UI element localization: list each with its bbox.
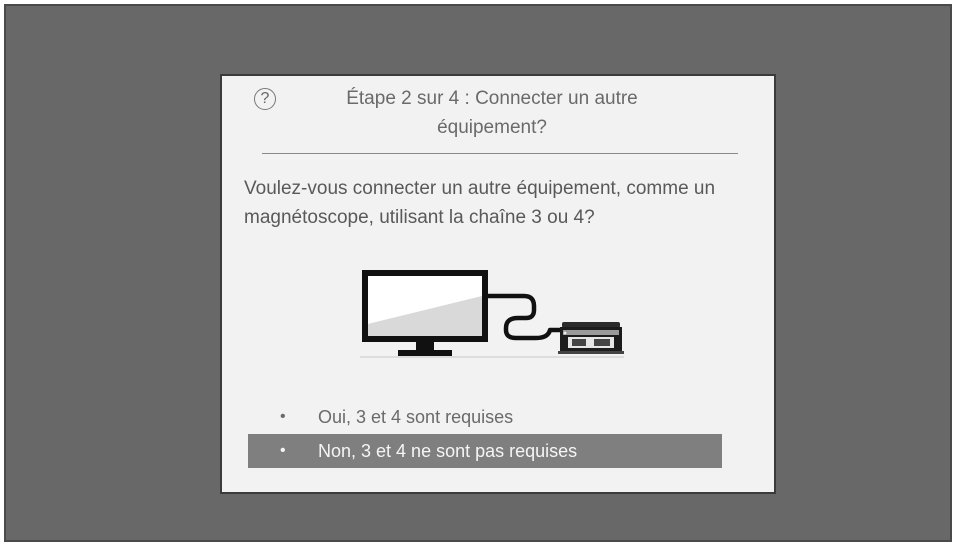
options-list: • Oui, 3 et 4 sont requises • Non, 3 et … bbox=[248, 400, 722, 468]
setup-dialog: ? Étape 2 sur 4 : Connecter un autre équ… bbox=[220, 74, 776, 494]
dialog-title: Étape 2 sur 4 : Connecter un autre équip… bbox=[346, 88, 638, 138]
vcr-icon bbox=[558, 322, 624, 354]
tv-vcr-illustration bbox=[360, 270, 624, 358]
screen-background: ? Étape 2 sur 4 : Connecter un autre équ… bbox=[4, 4, 952, 542]
bullet: • bbox=[280, 408, 286, 425]
option-yes-label: Oui, 3 et 4 sont requises bbox=[318, 407, 514, 427]
question-text: Voulez-vous connecter un autre équipemen… bbox=[244, 178, 716, 228]
cable-icon bbox=[485, 293, 563, 341]
tv-icon bbox=[362, 270, 488, 356]
option-no-label: Non, 3 et 4 ne sont pas requises bbox=[318, 441, 578, 461]
title-divider bbox=[262, 153, 738, 154]
option-yes[interactable]: • Oui, 3 et 4 sont requises bbox=[248, 400, 722, 434]
question-circle-icon[interactable]: ? bbox=[254, 88, 276, 110]
bullet: • bbox=[280, 442, 286, 459]
option-no[interactable]: • Non, 3 et 4 ne sont pas requises bbox=[248, 434, 722, 468]
